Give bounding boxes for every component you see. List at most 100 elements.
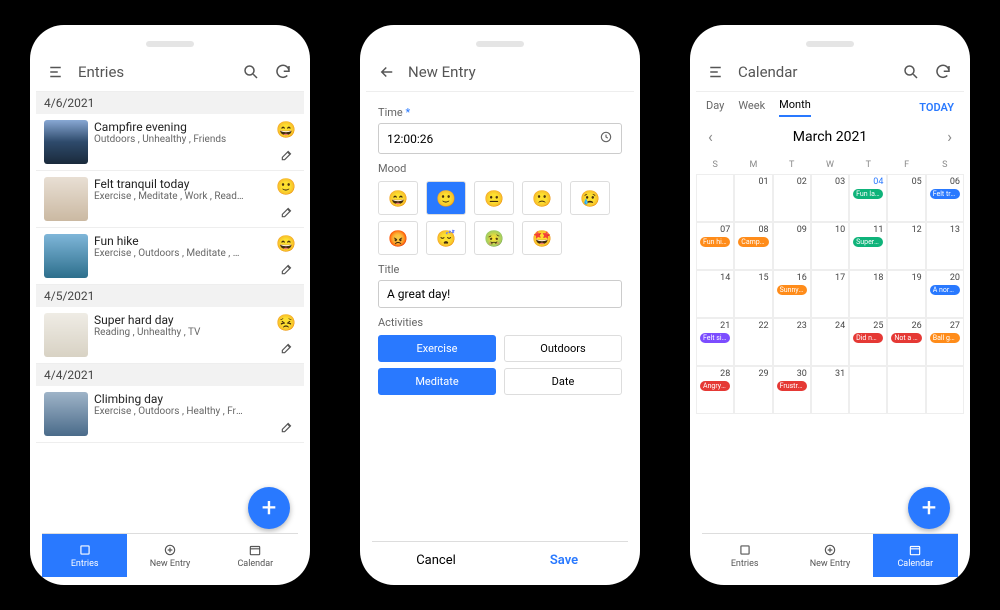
day-cell[interactable] (696, 174, 734, 222)
day-cell[interactable] (926, 366, 964, 414)
mood-option[interactable]: 🤢 (474, 221, 514, 255)
day-cell[interactable]: 11Super ha (849, 222, 887, 270)
calendar-event[interactable]: Angry tod (700, 381, 730, 391)
day-cell[interactable]: 29 (734, 366, 772, 414)
day-cell[interactable]: 25Did not s (849, 318, 887, 366)
calendar-event[interactable]: Felt tranq (930, 189, 960, 199)
day-cell[interactable]: 30Frustratin (773, 366, 811, 414)
calendar-event[interactable]: A normal (930, 285, 960, 295)
day-cell[interactable]: 31 (811, 366, 849, 414)
edit-icon[interactable] (280, 419, 294, 438)
day-cell[interactable]: 17 (811, 270, 849, 318)
menu-icon[interactable] (706, 61, 728, 83)
tab-month[interactable]: Month (779, 98, 811, 117)
day-cell[interactable]: 15 (734, 270, 772, 318)
search-icon[interactable] (900, 61, 922, 83)
day-cell[interactable] (849, 366, 887, 414)
calendar-event[interactable]: Fun late n (853, 189, 883, 199)
day-cell[interactable]: 22 (734, 318, 772, 366)
today-button[interactable]: TODAY (919, 101, 954, 114)
entry-body: Climbing dayExercise , Outdoors , Health… (94, 392, 290, 417)
day-cell[interactable]: 19 (887, 270, 925, 318)
calendar-event[interactable]: Campfire (738, 237, 768, 247)
save-button[interactable]: Save (500, 542, 628, 579)
mood-option[interactable]: 😄 (378, 181, 418, 215)
day-cell[interactable]: 10 (811, 222, 849, 270)
day-number: 31 (815, 369, 845, 379)
mood-option[interactable]: 😢 (570, 181, 610, 215)
calendar-event[interactable]: Super ha (853, 237, 883, 247)
day-cell[interactable]: 28Angry tod (696, 366, 734, 414)
calendar-event[interactable]: Did not s (853, 333, 883, 343)
add-entry-fab[interactable]: + (248, 487, 290, 529)
day-cell[interactable]: 03 (811, 174, 849, 222)
day-cell[interactable]: 13 (926, 222, 964, 270)
prev-month-icon[interactable]: ‹ (708, 127, 713, 146)
day-cell[interactable]: 24 (811, 318, 849, 366)
day-cell[interactable]: 02 (773, 174, 811, 222)
tab-week[interactable]: Week (738, 99, 765, 116)
mood-option[interactable]: 🤩 (522, 221, 562, 255)
day-cell[interactable]: 09 (773, 222, 811, 270)
calendar-event[interactable]: Fun hike (700, 237, 730, 247)
nav-calendar[interactable]: Calendar (873, 534, 958, 577)
edit-icon[interactable] (280, 340, 294, 359)
tab-day[interactable]: Day (706, 99, 724, 116)
edit-icon[interactable] (280, 261, 294, 280)
day-cell[interactable]: 21Felt sick (696, 318, 734, 366)
day-cell[interactable]: 04Fun late n (849, 174, 887, 222)
cancel-button[interactable]: Cancel (372, 542, 500, 579)
activity-option[interactable]: Meditate (378, 368, 496, 395)
mood-option[interactable]: 🙂 (426, 181, 466, 215)
time-input[interactable]: 12:00:26 (378, 123, 622, 154)
nav-entries[interactable]: Entries (702, 534, 787, 577)
day-cell[interactable] (887, 366, 925, 414)
edit-icon[interactable] (280, 204, 294, 223)
entry-item[interactable]: Campfire eveningOutdoors , Unhealthy , F… (36, 114, 304, 171)
back-icon[interactable] (376, 61, 398, 83)
nav-new-entry[interactable]: New Entry (787, 534, 872, 577)
activity-option[interactable]: Exercise (378, 335, 496, 362)
day-cell[interactable]: 12 (887, 222, 925, 270)
calendar-event[interactable]: Felt sick (700, 333, 730, 343)
calendar-event[interactable]: Frustratin (777, 381, 807, 391)
edit-icon[interactable] (280, 147, 294, 166)
next-month-icon[interactable]: › (947, 127, 952, 146)
calendar-event[interactable]: Sunny da (777, 285, 807, 295)
search-icon[interactable] (240, 61, 262, 83)
nav-calendar[interactable]: Calendar (213, 534, 298, 577)
day-cell[interactable]: 14 (696, 270, 734, 318)
phone-entries: Entries 4/6/2021Campfire eveningOutdoors… (30, 25, 310, 585)
day-cell[interactable]: 20A normal (926, 270, 964, 318)
day-cell[interactable]: 01 (734, 174, 772, 222)
refresh-icon[interactable] (932, 61, 954, 83)
mood-option[interactable]: 😐 (474, 181, 514, 215)
menu-icon[interactable] (46, 61, 68, 83)
day-cell[interactable]: 27Ball gam (926, 318, 964, 366)
day-cell[interactable]: 06Felt tranq (926, 174, 964, 222)
calendar-event[interactable]: Not a gre (891, 333, 921, 343)
day-cell[interactable]: 18 (849, 270, 887, 318)
entry-item[interactable]: Climbing dayExercise , Outdoors , Health… (36, 386, 304, 443)
day-cell[interactable]: 23 (773, 318, 811, 366)
add-entry-fab[interactable]: + (908, 487, 950, 529)
day-cell[interactable]: 16Sunny da (773, 270, 811, 318)
entry-item[interactable]: Felt tranquil todayExercise , Meditate ,… (36, 171, 304, 228)
activity-option[interactable]: Date (504, 368, 622, 395)
nav-new-entry[interactable]: New Entry (127, 534, 212, 577)
nav-entries[interactable]: Entries (42, 534, 127, 577)
mood-option[interactable]: 😡 (378, 221, 418, 255)
calendar-event[interactable]: Ball gam (930, 333, 960, 343)
title-input[interactable]: A great day! (378, 280, 622, 308)
mood-option[interactable]: 😴 (426, 221, 466, 255)
entry-item[interactable]: Super hard dayReading , Unhealthy , TV😣 (36, 307, 304, 364)
refresh-icon[interactable] (272, 61, 294, 83)
appbar: Calendar (696, 55, 964, 92)
day-cell[interactable]: 26Not a gre (887, 318, 925, 366)
day-cell[interactable]: 05 (887, 174, 925, 222)
mood-option[interactable]: 🙁 (522, 181, 562, 215)
activity-option[interactable]: Outdoors (504, 335, 622, 362)
day-cell[interactable]: 07Fun hike (696, 222, 734, 270)
day-cell[interactable]: 08Campfire (734, 222, 772, 270)
entry-item[interactable]: Fun hikeExercise , Outdoors , Meditate ,… (36, 228, 304, 285)
